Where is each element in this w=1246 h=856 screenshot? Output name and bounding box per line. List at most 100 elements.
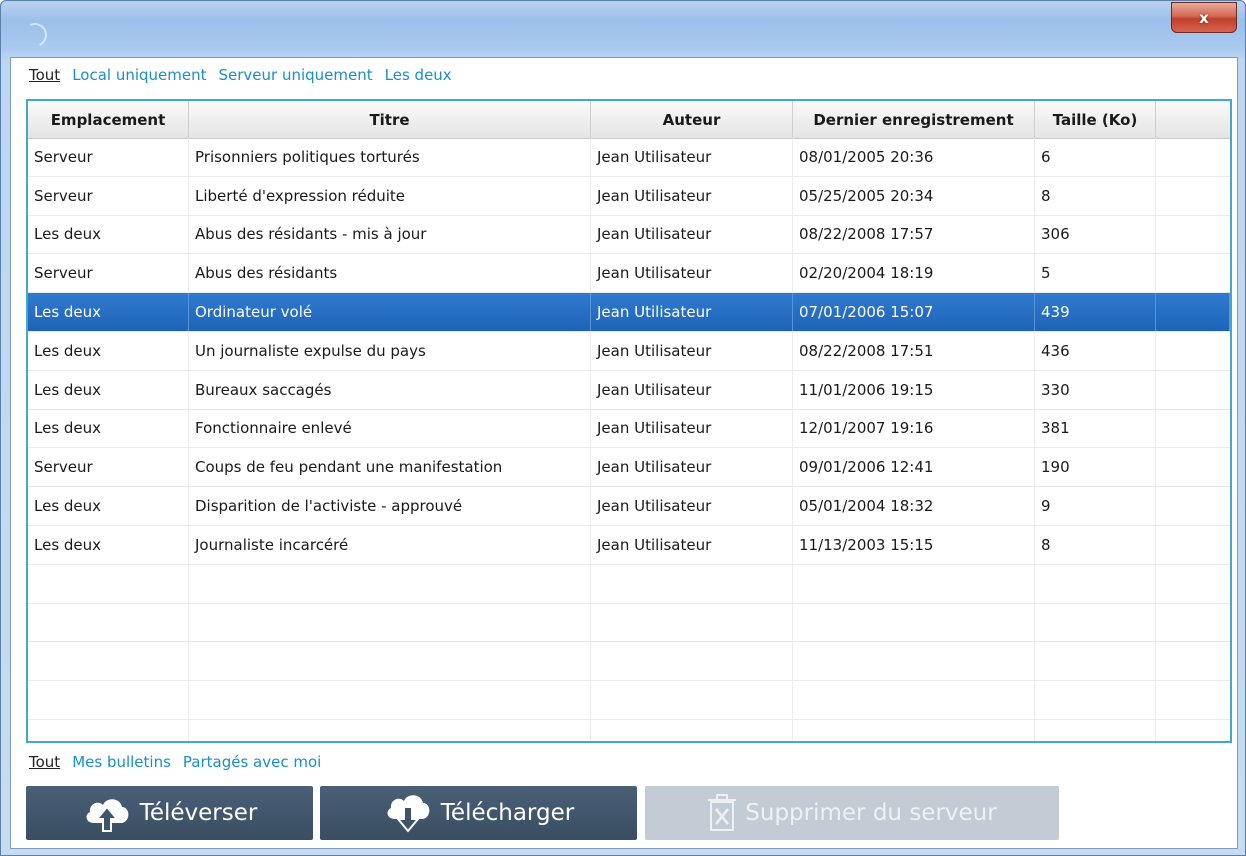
upload-button[interactable]: Téléverser xyxy=(26,786,313,840)
cell-title: Disparition de l'activiste - approuvé xyxy=(189,487,591,525)
column-header-title[interactable]: Titre xyxy=(189,101,591,138)
owner-filter-shared-with-me[interactable]: Partagés avec moi xyxy=(183,753,321,775)
empty-cell xyxy=(189,719,591,741)
cell-size: 6 xyxy=(1035,138,1156,176)
cell-size: 8 xyxy=(1035,525,1156,564)
cell-filler xyxy=(1156,371,1230,409)
cell-filler xyxy=(1156,332,1230,370)
cell-author: Jean Utilisateur xyxy=(591,331,793,370)
cell-title: Coups de feu pendant une manifestation xyxy=(189,448,591,487)
cell-last-saved: 09/01/2006 12:41 xyxy=(793,448,1035,487)
table-row[interactable]: Les deux Un journaliste expulse du pays Je… xyxy=(28,331,1230,371)
trash-icon xyxy=(707,794,737,832)
location-filter-all[interactable]: Tout xyxy=(29,66,60,88)
table-row[interactable]: Les deux Journaliste incarcéré Jean Utilis… xyxy=(28,525,1230,565)
cell-last-saved: 05/25/2005 20:34 xyxy=(793,176,1035,215)
download-button[interactable]: Télécharger xyxy=(320,786,637,840)
cell-author: Jean Utilisateur xyxy=(591,448,793,487)
cell-title: Prisonniers politiques torturés xyxy=(189,138,591,176)
cell-last-saved: 07/01/2006 15:07 xyxy=(793,293,1035,331)
app-window: x Tout Local uniquement Serveur uniqueme… xyxy=(0,0,1246,856)
download-button-label: Télécharger xyxy=(440,800,575,826)
cell-size: 306 xyxy=(1035,215,1156,254)
cell-last-saved: 08/22/2008 17:57 xyxy=(793,215,1035,254)
table-row[interactable]: Les deux Disparition de l'activiste - app… xyxy=(28,487,1230,526)
cell-location: Les deux xyxy=(28,215,189,254)
app-logo-icon xyxy=(19,19,51,51)
empty-cell xyxy=(1156,681,1230,719)
empty-table-row xyxy=(28,564,1230,604)
delete-from-server-button[interactable]: Supprimer du serveur xyxy=(645,786,1059,840)
location-filter-both[interactable]: Les deux xyxy=(385,66,452,88)
empty-cell xyxy=(28,719,189,741)
table-body: Serveur Prisonniers politiques torturés Je… xyxy=(28,138,1230,741)
cell-title: Un journaliste expulse du pays xyxy=(189,331,591,370)
cell-size: 381 xyxy=(1035,409,1156,448)
column-header-location[interactable]: Emplacement xyxy=(28,101,189,138)
cell-last-saved: 11/13/2003 15:15 xyxy=(793,525,1035,564)
cell-title: Ordinateur volé xyxy=(189,293,591,331)
cell-location: Les deux xyxy=(28,409,189,448)
empty-cell xyxy=(1035,719,1156,741)
location-filter-local-only[interactable]: Local uniquement xyxy=(72,66,206,88)
table-row[interactable]: Les deux Abus des résidants - mis à jour J… xyxy=(28,215,1230,255)
column-header-size[interactable]: Taille (Ko) xyxy=(1035,101,1156,138)
cell-size: 439 xyxy=(1035,293,1156,331)
empty-cell xyxy=(189,642,591,681)
cell-author: Jean Utilisateur xyxy=(591,254,793,293)
cell-last-saved: 11/01/2006 19:15 xyxy=(793,370,1035,409)
empty-cell xyxy=(1156,565,1230,603)
table-row[interactable]: Serveur Liberté d'expression réduite Jean … xyxy=(28,176,1230,216)
table-row[interactable]: Serveur Coups de feu pendant une manifest… xyxy=(28,448,1230,488)
close-button[interactable]: x xyxy=(1171,2,1237,33)
cell-location: Serveur xyxy=(28,448,189,487)
table-row[interactable]: Serveur Abus des résidants Jean Utilisateu… xyxy=(28,254,1230,294)
column-header-author[interactable]: Auteur xyxy=(591,101,793,138)
table-row[interactable]: Les deux Fonctionnaire enlevé Jean Utilisa… xyxy=(28,409,1230,449)
upload-button-label: Téléverser xyxy=(139,800,258,826)
cell-location: Les deux xyxy=(28,370,189,409)
empty-table-row xyxy=(28,603,1230,643)
empty-cell xyxy=(591,564,793,603)
table-row[interactable]: Les deux Bureaux saccagés Jean Utilisateur… xyxy=(28,370,1230,410)
cell-location: Les deux xyxy=(28,487,189,525)
cell-filler xyxy=(1156,293,1230,331)
cell-author: Jean Utilisateur xyxy=(591,293,793,331)
location-filter-bar: Tout Local uniquement Serveur uniquement… xyxy=(29,66,452,88)
column-header-last-saved[interactable]: Dernier enregistrement xyxy=(793,101,1035,138)
delete-button-label: Supprimer du serveur xyxy=(745,800,997,826)
cell-location: Serveur xyxy=(28,254,189,293)
cell-last-saved: 05/01/2004 18:32 xyxy=(793,487,1035,525)
empty-cell xyxy=(1156,604,1230,642)
cell-title: Abus des résidants - mis à jour xyxy=(189,215,591,254)
cloud-upload-icon xyxy=(82,793,132,833)
cell-size: 330 xyxy=(1035,370,1156,409)
empty-cell xyxy=(591,642,793,681)
column-header-filler xyxy=(1156,101,1230,138)
table-row[interactable]: Serveur Prisonniers politiques torturés Je… xyxy=(28,138,1230,177)
cell-author: Jean Utilisateur xyxy=(591,138,793,176)
cell-location: Serveur xyxy=(28,176,189,215)
title-bar[interactable]: x xyxy=(1,1,1245,57)
empty-cell xyxy=(1035,642,1156,681)
cell-last-saved: 02/20/2004 18:19 xyxy=(793,254,1035,293)
cell-title: Fonctionnaire enlevé xyxy=(189,409,591,448)
cell-filler xyxy=(1156,526,1230,564)
empty-cell xyxy=(1035,681,1156,719)
table-row[interactable]: Les deux Ordinateur volé Jean Utilisateur 0… xyxy=(28,293,1230,332)
owner-filter-my-bulletins[interactable]: Mes bulletins xyxy=(72,753,171,775)
empty-cell xyxy=(591,719,793,741)
empty-cell xyxy=(793,564,1035,603)
cell-size: 436 xyxy=(1035,331,1156,370)
empty-table-row xyxy=(28,681,1230,720)
cell-size: 190 xyxy=(1035,448,1156,487)
cell-filler xyxy=(1156,138,1230,176)
empty-table-row xyxy=(28,642,1230,682)
cell-location: Les deux xyxy=(28,525,189,564)
owner-filter-all[interactable]: Tout xyxy=(29,753,60,775)
cell-location: Serveur xyxy=(28,138,189,176)
cell-author: Jean Utilisateur xyxy=(591,176,793,215)
empty-cell xyxy=(28,603,189,642)
cell-author: Jean Utilisateur xyxy=(591,487,793,525)
location-filter-server-only[interactable]: Serveur uniquement xyxy=(219,66,373,88)
